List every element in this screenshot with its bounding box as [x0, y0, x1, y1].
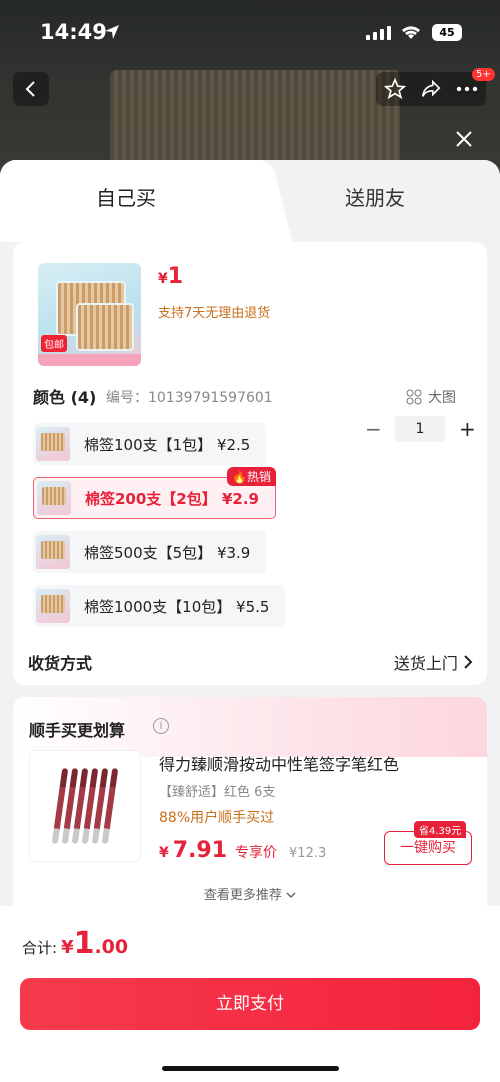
star-icon[interactable]	[384, 78, 406, 100]
chevron-left-icon	[25, 81, 35, 97]
upsell-product-spec: 【臻舒适】红色 6支	[159, 785, 276, 800]
grid-icon	[406, 389, 422, 405]
message-badge: 5+	[472, 68, 495, 81]
variant-label: 棉签100支【1包】 ¥2.5	[84, 435, 251, 454]
share-icon[interactable]	[420, 78, 442, 100]
total-integer: 1	[73, 926, 95, 961]
shipping-method: 送货上门	[393, 654, 458, 673]
price-value: 7.91	[172, 838, 228, 863]
back-button[interactable]	[13, 72, 49, 106]
hot-sale-label: 热销	[246, 470, 271, 484]
signal-icon	[366, 26, 391, 40]
wifi-icon	[402, 26, 420, 39]
upsell-bought-rate: 88%用户顺手买过	[159, 810, 275, 826]
variant-label: 棉签500支【5包】 ¥3.9	[84, 543, 251, 562]
variant-option-selected[interactable]: 棉签200支【2包】 ¥2.9 🔥热销	[33, 467, 276, 519]
pay-now-button[interactable]: 立即支付	[20, 978, 480, 1030]
price-symbol: ¥	[159, 845, 169, 861]
home-indicator	[162, 1066, 339, 1071]
variant-option[interactable]: 棉签500支【5包】 ¥3.9	[33, 531, 267, 573]
product-thumbnail[interactable]: 包邮	[38, 263, 141, 366]
free-shipping-tag: 包邮	[41, 335, 67, 352]
increase-button[interactable]: +	[459, 417, 476, 441]
more-icon[interactable]	[456, 86, 478, 92]
quantity-input[interactable]: 1	[395, 416, 445, 442]
variant-option[interactable]: 棉签100支【1包】 ¥2.5	[33, 423, 267, 465]
tab-buy-self[interactable]: 自己买	[96, 182, 156, 211]
nav-actions	[376, 72, 486, 106]
see-more-link[interactable]: 查看更多推荐	[13, 884, 487, 903]
price-symbol: ¥	[158, 271, 168, 287]
variant-thumbnail	[36, 427, 70, 461]
variant-option[interactable]: 棉签1000支【10包】 ¥5.5	[33, 585, 286, 627]
upsell-price: ¥7.91 专享价 ¥12.3	[159, 838, 326, 863]
variant-label: 棉签1000支【10包】 ¥5.5	[84, 597, 270, 616]
quantity-stepper: − 1 +	[365, 416, 476, 442]
battery-icon: 45	[432, 24, 462, 41]
product-price: ¥1	[158, 264, 183, 289]
location-arrow-icon	[105, 25, 119, 39]
info-icon[interactable]: i	[153, 718, 169, 734]
big-image-label: 大图	[428, 390, 456, 406]
variant-label: 棉签200支【2包】 ¥2.9	[85, 489, 259, 508]
decrease-button[interactable]: −	[365, 417, 382, 441]
exclusive-price-tag: 专享价	[235, 845, 278, 861]
hot-sale-badge: 🔥热销	[227, 467, 276, 486]
variant-thumbnail	[36, 535, 70, 569]
variant-thumbnail	[36, 589, 70, 623]
original-price: ¥12.3	[289, 846, 327, 861]
color-section-title: 颜色 (4)	[33, 388, 97, 407]
price-value: 1	[167, 264, 184, 289]
upsell-title: 顺手买更划算	[29, 721, 126, 740]
chevron-down-icon	[286, 892, 296, 899]
tab-gift-friend[interactable]: 送朋友	[345, 182, 405, 211]
order-total: 合计: ¥ 1 .00	[22, 926, 128, 961]
upsell-product-name[interactable]: 得力臻顺滑按动中性笔签字笔红色	[159, 751, 399, 775]
swab-box-image	[76, 303, 134, 351]
product-code: 编号：10139791597601	[106, 390, 273, 406]
see-more-label: 查看更多推荐	[203, 888, 282, 903]
variant-thumbnail	[37, 481, 71, 515]
upsell-product-image[interactable]	[29, 750, 141, 862]
image-banner	[38, 354, 141, 366]
shipping-label: 收货方式	[28, 654, 93, 673]
checkout-footer: 合计: ¥ 1 .00 立即支付	[0, 906, 500, 1082]
big-image-button[interactable]: 大图	[406, 387, 456, 407]
upsell-card: 顺手买更划算 i 得力臻顺滑按动中性笔签字笔红色 【臻舒适】红色 6支 88%用…	[13, 697, 487, 917]
close-icon[interactable]	[454, 129, 474, 149]
refund-note: 支持7天无理由退货	[158, 306, 271, 321]
total-label: 合计:	[22, 939, 58, 957]
savings-badge: 省4.39元	[414, 821, 467, 838]
total-symbol: ¥	[61, 937, 74, 958]
chevron-right-icon	[464, 655, 473, 669]
shipping-value: 送货上门	[394, 650, 473, 674]
sku-card: 包邮 ¥1 支持7天无理由退货 − 1 + 颜色 (4) 编号：10139791…	[13, 242, 487, 685]
status-time: 14:49	[40, 20, 107, 44]
tab-bar: 自己买 送朋友	[0, 160, 500, 242]
status-bar: 14:49 45	[0, 18, 500, 48]
total-decimal: .00	[94, 936, 129, 958]
